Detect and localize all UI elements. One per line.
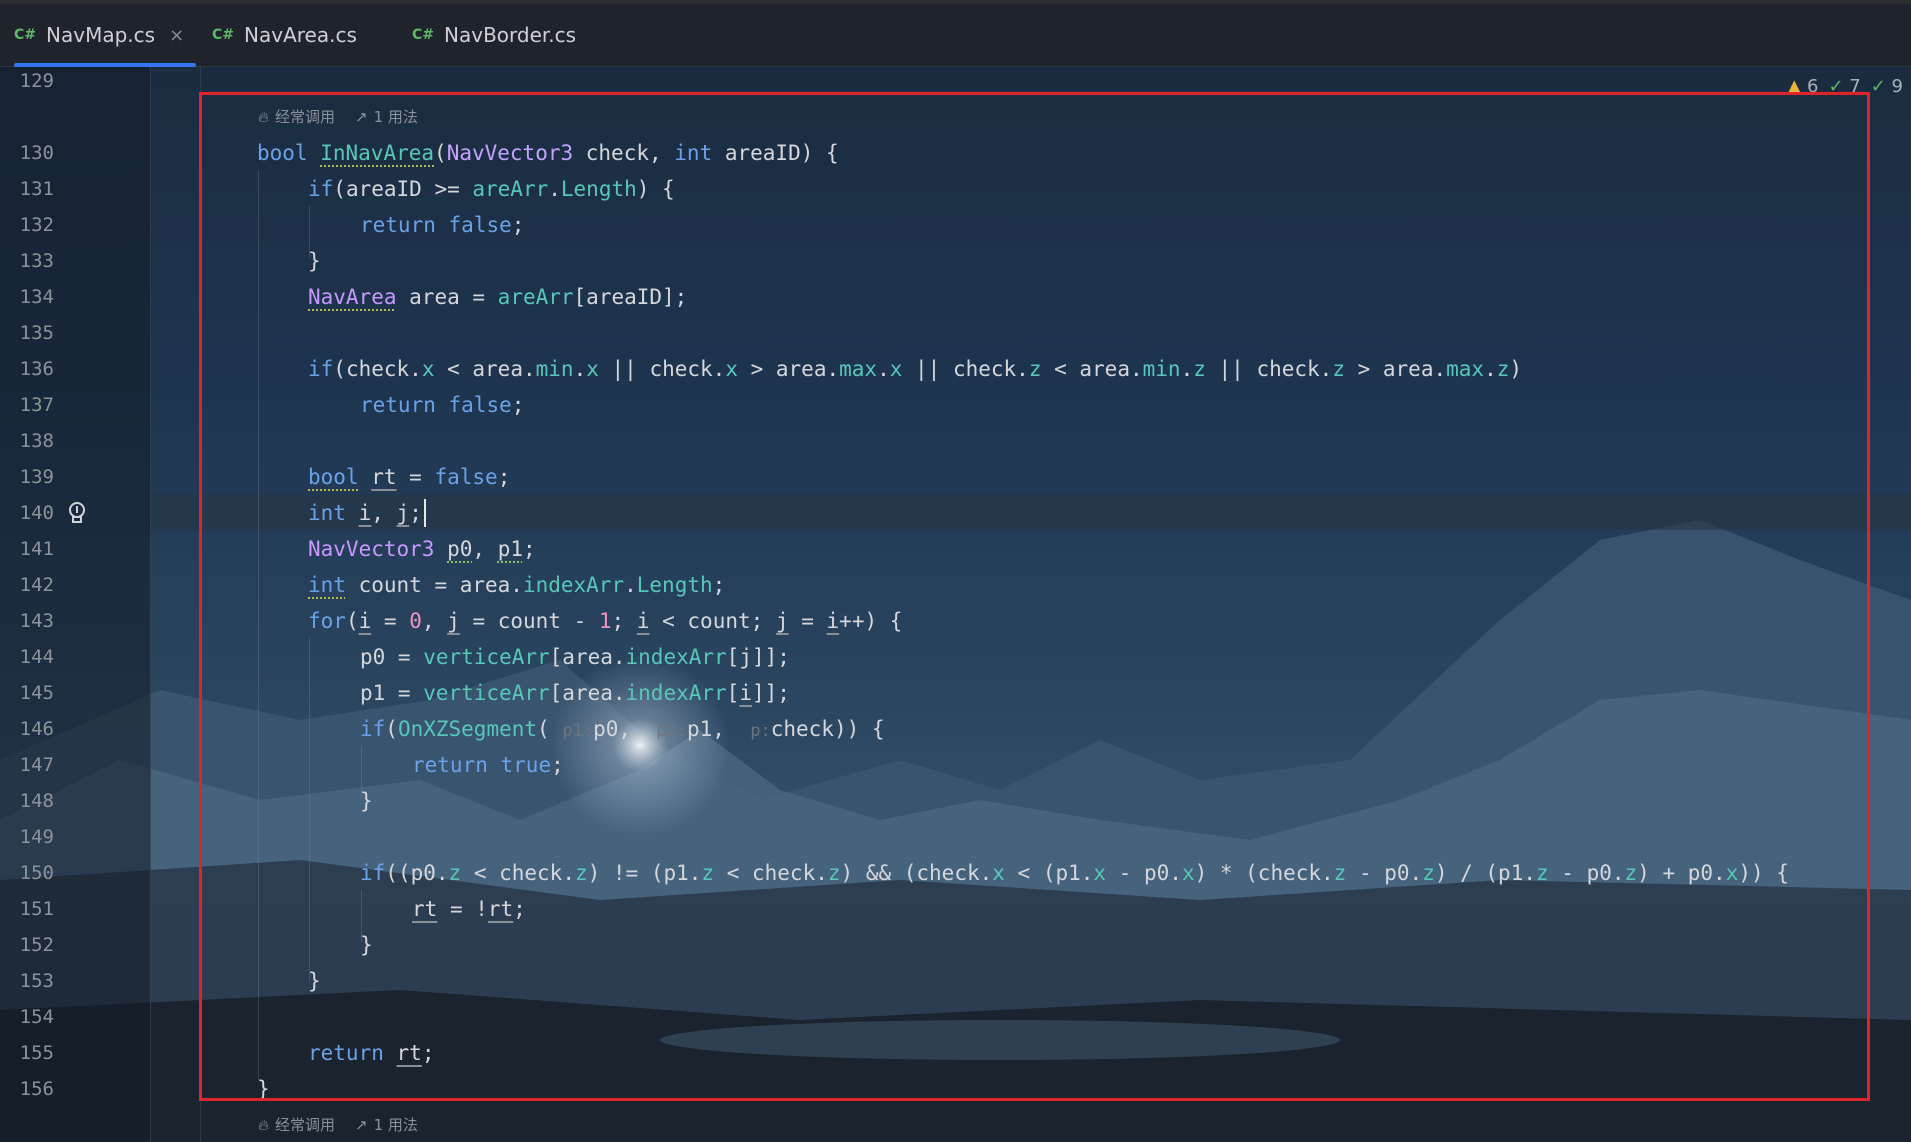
tab-label: NavArea.cs xyxy=(244,23,357,47)
line-number: 129 xyxy=(19,70,54,92)
line-number: 130 xyxy=(19,142,54,164)
line-number: 142 xyxy=(19,574,54,596)
line-number: 140 xyxy=(19,502,54,524)
csharp-file-icon: C# xyxy=(412,27,435,43)
usages-icon: ↗ xyxy=(355,1116,368,1134)
line-number: 133 xyxy=(19,250,54,272)
line-number: 143 xyxy=(19,610,54,632)
csharp-file-icon: C# xyxy=(14,27,37,43)
flame-icon: 🔥︎ xyxy=(258,1116,270,1134)
line-number: 150 xyxy=(19,862,54,884)
line-number: 155 xyxy=(19,1042,54,1064)
line-number: 154 xyxy=(19,1006,54,1028)
lightbulb-icon[interactable] xyxy=(66,500,88,526)
csharp-file-icon: C# xyxy=(212,27,235,43)
line-number: 148 xyxy=(19,790,54,812)
editor-tab-bar: C# NavMap.cs × C# NavArea.cs C# NavBorde… xyxy=(0,4,1911,67)
tab-navmap[interactable]: C# NavMap.cs × xyxy=(14,4,196,67)
line-number: 152 xyxy=(19,934,54,956)
tab-label: NavBorder.cs xyxy=(444,23,577,47)
line-number: 153 xyxy=(19,970,54,992)
close-icon[interactable]: × xyxy=(169,25,184,46)
line-number: 138 xyxy=(19,430,54,452)
line-number: 134 xyxy=(19,286,54,308)
line-number: 147 xyxy=(19,754,54,776)
line-number: 156 xyxy=(19,1078,54,1100)
tab-navarea[interactable]: C# NavArea.cs xyxy=(212,4,357,66)
line-number: 132 xyxy=(19,214,54,236)
line-number: 145 xyxy=(19,682,54,704)
line-number: 135 xyxy=(19,322,54,344)
line-number: 139 xyxy=(19,466,54,488)
line-number: 131 xyxy=(19,178,54,200)
highlight-box xyxy=(199,92,1870,1101)
usages-label[interactable]: 1 用法 xyxy=(374,1110,418,1140)
line-number: 144 xyxy=(19,646,54,668)
line-number: 136 xyxy=(19,358,54,380)
tab-navborder[interactable]: C# NavBorder.cs xyxy=(412,4,576,66)
line-number: 146 xyxy=(19,718,54,740)
double-check-count[interactable]: ✓ 9 xyxy=(1871,76,1903,97)
code-lens[interactable]: 🔥︎ 经常调用 ↗ 1 用法 xyxy=(258,1110,418,1140)
frequent-calls-label[interactable]: 经常调用 xyxy=(275,1110,335,1140)
line-number: 141 xyxy=(19,538,54,560)
double-check-icon: ✓ xyxy=(1870,76,1886,97)
tab-label: NavMap.cs xyxy=(46,23,156,47)
line-number: 137 xyxy=(19,394,54,416)
line-number: 151 xyxy=(19,898,54,920)
line-number: 149 xyxy=(19,826,54,848)
